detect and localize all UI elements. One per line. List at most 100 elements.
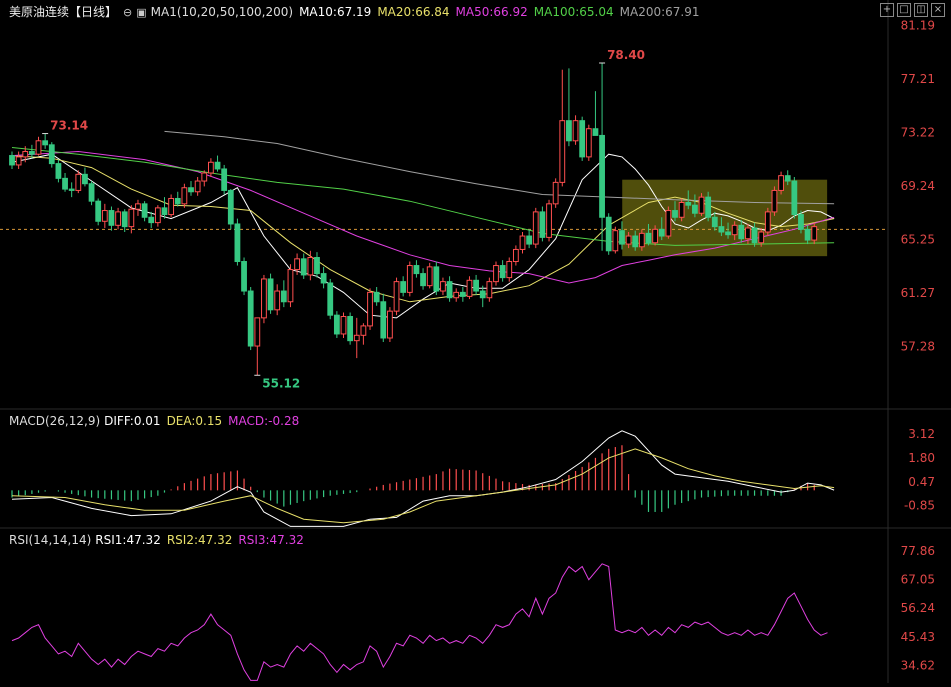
candle-body (804, 228, 811, 241)
candle-body (15, 156, 22, 166)
candle (221, 164, 228, 195)
candle (526, 229, 533, 249)
candle-body (711, 216, 718, 228)
candle (55, 159, 62, 183)
candle-body (466, 279, 473, 297)
candle-body (658, 228, 665, 237)
candle-body (214, 161, 221, 170)
candle (121, 209, 128, 233)
price-tick-label: 65.25 (901, 232, 935, 246)
candle-body (188, 187, 194, 193)
candle-body (227, 189, 234, 225)
candle-body (566, 120, 572, 142)
candle-body (539, 211, 546, 238)
candle (82, 167, 88, 187)
candle (241, 257, 247, 296)
chart-stage[interactable]: 73.14 78.40 55.12 81.19 77.21 73.22 69.24 65.25… (0, 0, 951, 683)
chart-toolbar: + □ ◫ × (880, 3, 945, 17)
candle-body (347, 316, 354, 342)
restore-icon[interactable]: ◫ (914, 3, 928, 17)
candle (208, 158, 214, 178)
candle (181, 183, 188, 208)
candle-body (62, 177, 68, 190)
rsi-legend: RSI(14,14,14) RSI1:47.32 RSI2:47.32 RSI3:47… (9, 533, 310, 547)
settings-icon[interactable]: ⊖ (123, 6, 132, 19)
candle (665, 206, 672, 239)
chart-canvas[interactable]: 73.14 78.40 55.12 81.19 77.21 73.22 69.24 65.25… (0, 0, 951, 683)
candle-body (546, 203, 552, 238)
candle (360, 323, 367, 345)
candle-body (731, 224, 738, 236)
candle-body (314, 256, 320, 275)
candle (400, 276, 407, 297)
candle-body (241, 261, 247, 292)
rsi-legend-label[interactable]: RSI(14,14,14) (9, 533, 91, 547)
candle-body (380, 301, 387, 339)
candle (194, 177, 201, 196)
candle-body (287, 269, 294, 303)
expand-icon[interactable]: □ (897, 3, 911, 17)
diff-legend: DIFF:0.01 (104, 414, 161, 428)
candle (486, 277, 493, 302)
candle-body (473, 279, 480, 292)
candle (234, 218, 241, 266)
candle-body (35, 140, 42, 155)
candle-body (400, 281, 407, 293)
candle-body (413, 265, 420, 275)
candle-body (493, 265, 499, 283)
candle (141, 201, 148, 222)
candle (367, 288, 373, 330)
close-icon[interactable]: × (931, 3, 945, 17)
candle-body (340, 316, 347, 335)
ma-legend-label: MA1(10,20,50,100,200) (150, 5, 294, 19)
rsi-tick-label: 77.86 (901, 544, 935, 558)
candle (333, 311, 340, 338)
candle (188, 181, 194, 196)
candle (95, 198, 102, 226)
candle-body (433, 266, 440, 292)
candle-body (778, 175, 784, 191)
crosshair-icon[interactable]: + (880, 3, 894, 17)
candle-body (333, 314, 340, 335)
candle-body (373, 291, 380, 303)
candle-body (426, 266, 433, 287)
price-tick-label: 69.24 (901, 179, 935, 193)
candle (559, 69, 566, 187)
candle-body (141, 203, 148, 218)
candle-body (254, 317, 261, 347)
macd-tick-label: -0.85 (904, 499, 935, 513)
candle (201, 170, 208, 187)
rsi2-legend: RSI2:47.32 (166, 533, 233, 547)
candle (532, 207, 539, 249)
candle-body (101, 210, 108, 222)
candle (347, 312, 354, 345)
ma50-legend: MA50:66.92 (455, 5, 528, 19)
candle (459, 287, 466, 302)
candle (771, 186, 778, 216)
candle (9, 151, 15, 169)
candle-body (665, 210, 672, 237)
candle (101, 203, 108, 228)
candle (15, 151, 22, 169)
candle-body (387, 310, 393, 339)
candle-body (638, 232, 645, 248)
candle-body (161, 207, 168, 216)
candle-body (55, 163, 62, 179)
price-tick-label: 57.28 (901, 339, 935, 353)
candle (546, 199, 552, 242)
candle (300, 253, 307, 279)
candle (327, 278, 334, 320)
candle-body (108, 210, 115, 226)
candle (387, 307, 393, 343)
candle-body (88, 183, 95, 202)
candle-body (512, 248, 519, 263)
candle-body (811, 226, 818, 241)
instrument-title[interactable]: 美原油连续【日线】 (9, 5, 117, 19)
macd-tick-label: 1.80 (908, 451, 935, 465)
ma-indicator-icon[interactable]: ▣ (136, 6, 146, 19)
candle (227, 189, 234, 230)
rsi-tick-label: 67.05 (901, 573, 935, 587)
rsi-tick-label: 34.62 (901, 658, 935, 672)
candle (406, 261, 413, 297)
macd-legend-label[interactable]: MACD(26,12,9) (9, 414, 100, 428)
